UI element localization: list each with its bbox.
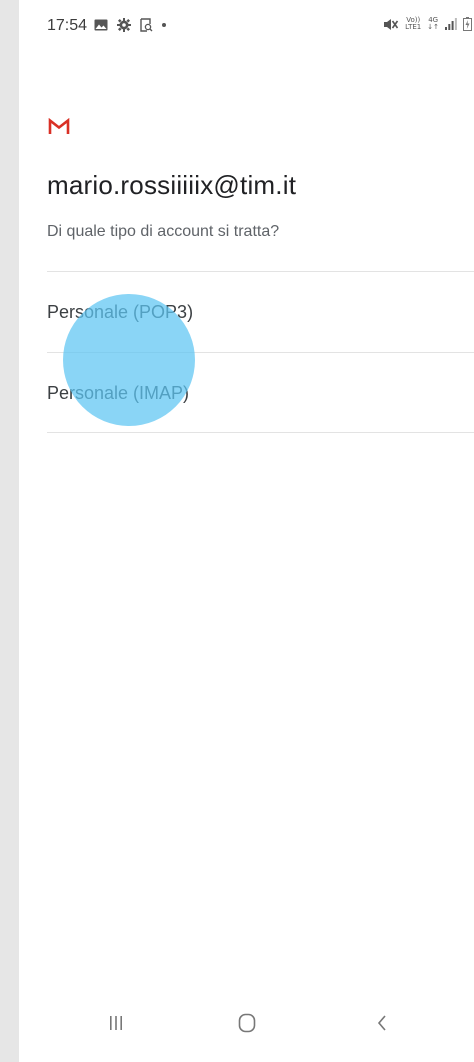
- settings-gear-icon: [117, 18, 131, 32]
- home-icon: [238, 1013, 256, 1033]
- option-personal-imap[interactable]: Personale (IMAP): [47, 353, 474, 433]
- option-label: Personale (POP3): [47, 301, 194, 322]
- account-type-question: Di quale tipo di account si tratta?: [47, 223, 280, 240]
- back-button[interactable]: [362, 1006, 402, 1040]
- status-notification-icons: [94, 18, 166, 32]
- gmail-m-icon: [48, 118, 70, 134]
- signal-strength-icon: [445, 18, 457, 30]
- option-label: Personale (IMAP): [47, 382, 190, 403]
- status-time: 17:54: [47, 17, 88, 34]
- recent-apps-button[interactable]: [96, 1006, 136, 1040]
- navigation-bar: [19, 984, 474, 1062]
- volte-indicator: Vo)) LTE1: [405, 16, 422, 31]
- screenshot-icon: [140, 18, 153, 32]
- home-button[interactable]: [227, 1006, 267, 1040]
- battery-charging-icon: [463, 17, 472, 31]
- more-notifications-dot: [162, 23, 166, 27]
- mute-icon: [384, 18, 399, 30]
- gallery-icon: [94, 19, 108, 31]
- recent-apps-icon: [110, 1016, 122, 1030]
- network-type-indicator: 4G ↓↑: [427, 16, 439, 31]
- phone-screen: 17:54 Vo)) LTE1 4G ↓↑ mario.rossiiiiix@t…: [19, 0, 474, 1062]
- divider: [47, 432, 474, 433]
- account-email: mario.rossiiiiix@tim.it: [47, 170, 297, 200]
- option-personal-pop3[interactable]: Personale (POP3): [47, 272, 474, 352]
- back-icon: [377, 1015, 386, 1031]
- status-system-icons: Vo)) LTE1 4G ↓↑: [383, 17, 472, 31]
- status-bar: 17:54 Vo)) LTE1 4G ↓↑: [19, 0, 474, 60]
